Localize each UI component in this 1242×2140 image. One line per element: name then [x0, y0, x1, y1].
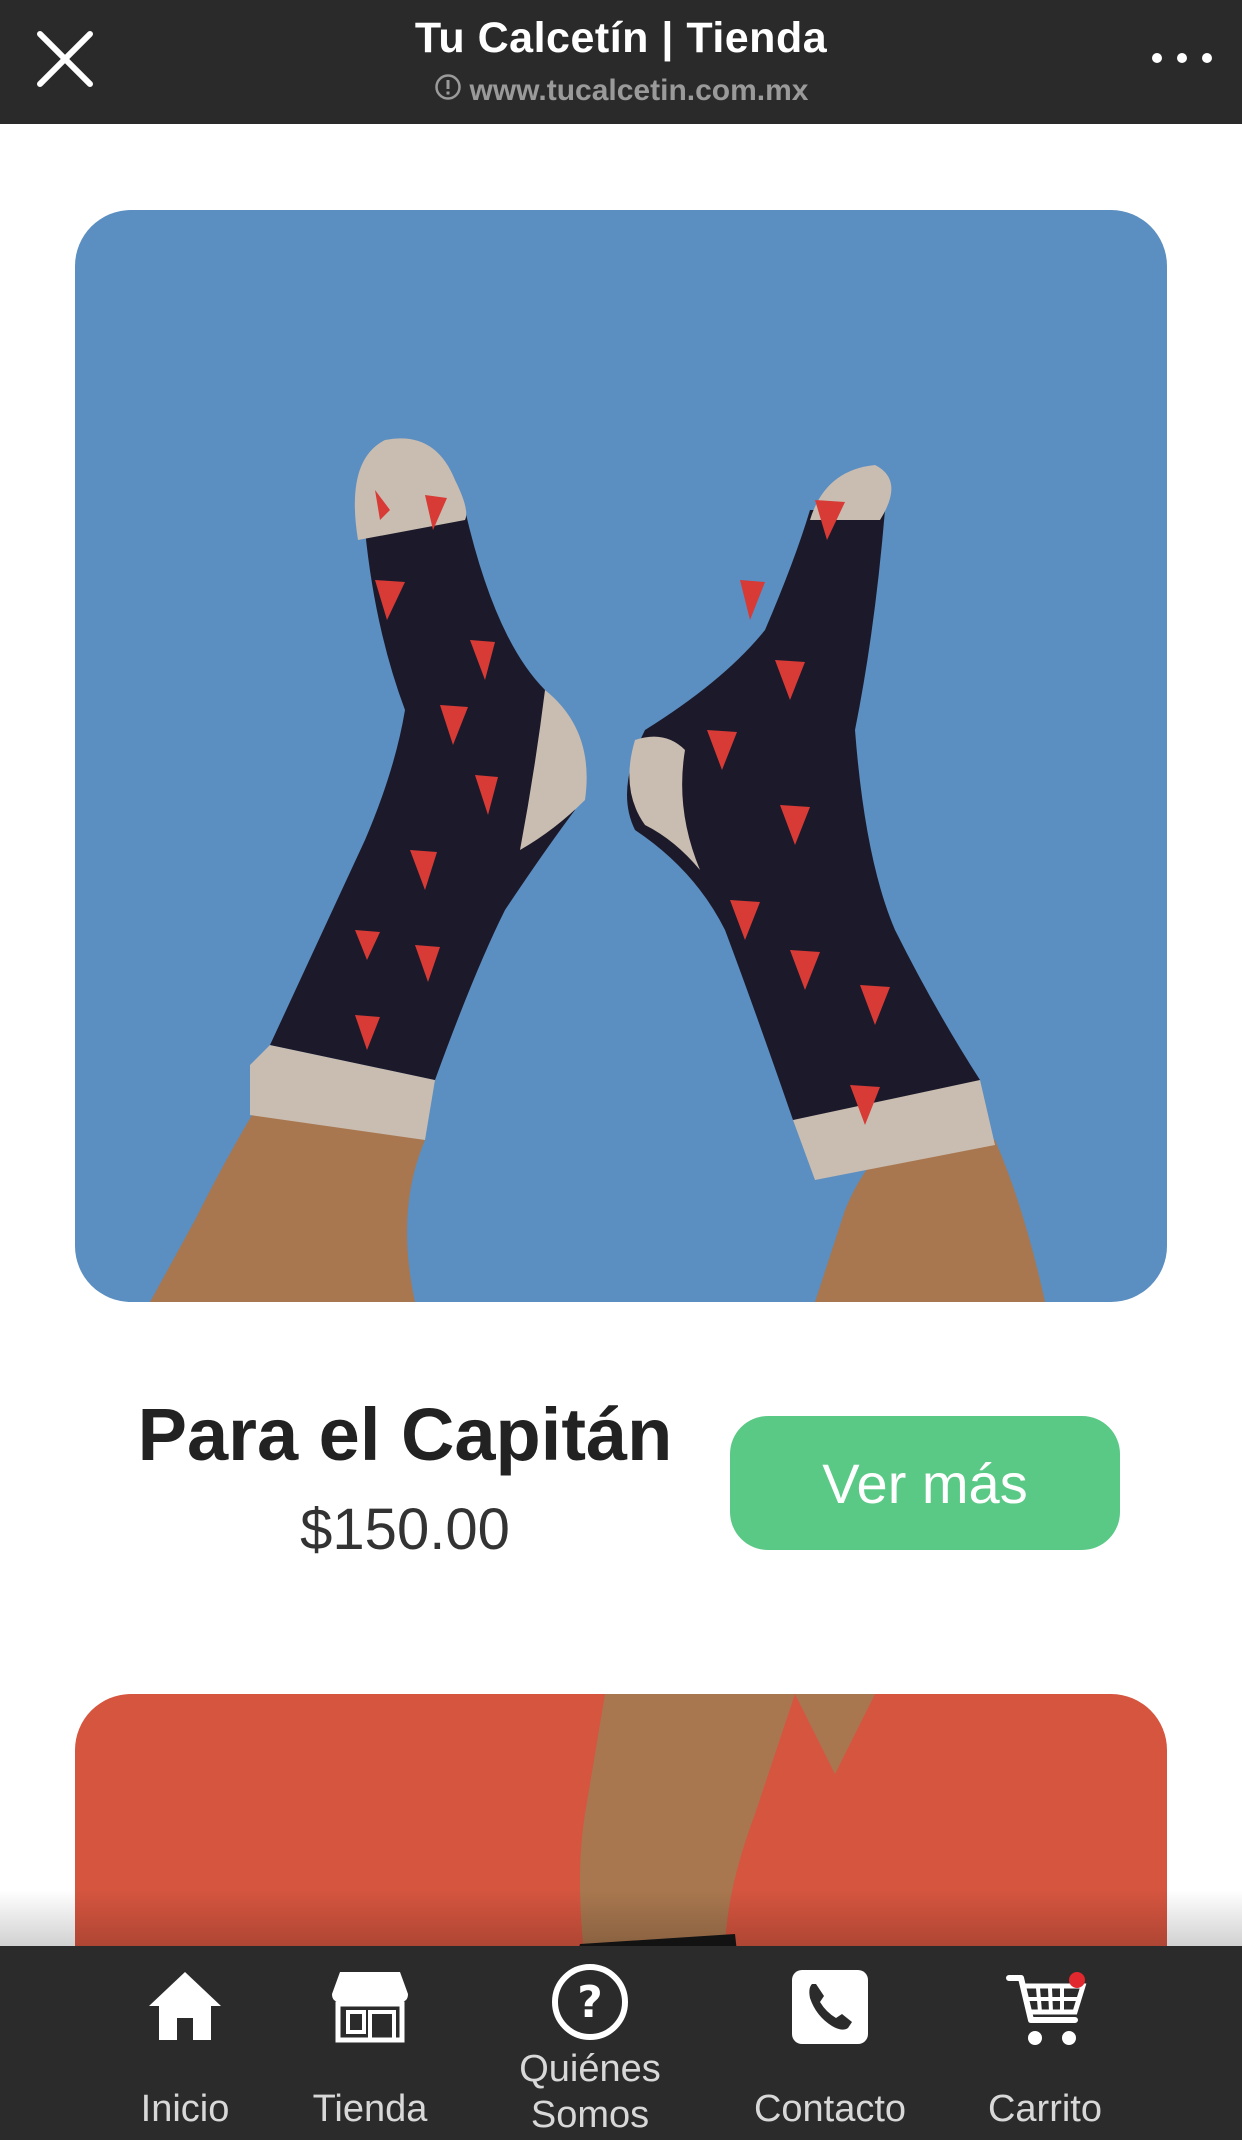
- url-row: www.tucalcetin.com.mx: [434, 73, 809, 109]
- info-icon: [434, 73, 462, 109]
- nav-label-contacto: Contacto: [753, 2088, 907, 2130]
- cart-icon: [1005, 1972, 1089, 2053]
- browser-top-bar: Tu Calcetín | Tienda www.tucalcetin.com.…: [0, 0, 1242, 124]
- nav-item-inicio[interactable]: Inicio: [130, 1946, 240, 2140]
- svg-text:?: ?: [577, 1977, 603, 2028]
- product-name: Para el Capitán: [137, 1393, 673, 1476]
- product-price: $150.00: [300, 1497, 510, 1562]
- url-text: www.tucalcetin.com.mx: [469, 74, 809, 107]
- nav-label-somos: Somos: [530, 2094, 650, 2136]
- product-image[interactable]: [75, 210, 1167, 1302]
- ver-mas-button[interactable]: Ver más: [730, 1416, 1120, 1550]
- nav-item-quienes-somos[interactable]: ? Quiénes Somos: [510, 1946, 670, 2140]
- more-dots-icon[interactable]: [1152, 38, 1212, 78]
- nav-shadow: [0, 1890, 1242, 1946]
- nav-label-tienda: Tienda: [312, 2088, 428, 2130]
- bottom-navigation: Inicio Tienda ? Quiénes Somos Contacto C…: [0, 1946, 1242, 2140]
- phone-icon: [790, 1968, 870, 2051]
- store-icon: [330, 1968, 410, 2049]
- nav-item-contacto[interactable]: Contacto: [745, 1946, 915, 2140]
- nav-item-tienda[interactable]: Tienda: [300, 1946, 440, 2140]
- nav-label-inicio: Inicio: [140, 2088, 230, 2130]
- nav-item-carrito[interactable]: Carrito: [980, 1946, 1110, 2140]
- question-icon: ?: [550, 1962, 630, 2047]
- home-icon: [145, 1968, 225, 2049]
- title-block: Tu Calcetín | Tienda www.tucalcetin.com.…: [0, 14, 1242, 109]
- nav-label-quienes: Quiénes: [519, 2048, 661, 2090]
- page-title: Tu Calcetín | Tienda: [414, 14, 828, 62]
- nav-label-carrito: Carrito: [987, 2088, 1103, 2130]
